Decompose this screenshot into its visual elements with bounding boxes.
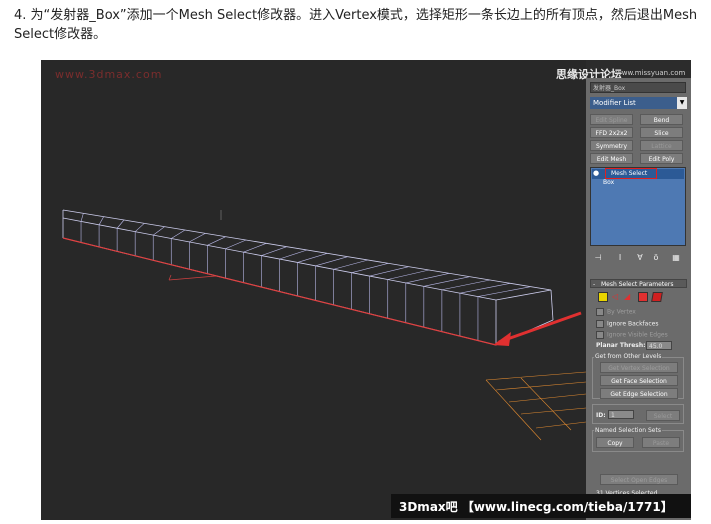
- ignore-visible-edges-checkbox[interactable]: [596, 331, 604, 339]
- ignore-backfaces-checkbox[interactable]: [596, 320, 604, 328]
- get-face-selection-button[interactable]: Get Face Selection: [600, 375, 678, 386]
- by-vertex-option[interactable]: By Vertex: [596, 308, 636, 316]
- object-name-field[interactable]: 发射器_Box: [590, 82, 686, 93]
- wire-segment: [189, 233, 206, 243]
- ffd-button[interactable]: FFD 2x2x2: [590, 127, 633, 138]
- minus-icon: -: [593, 281, 596, 288]
- wire-segment: [333, 259, 369, 270]
- paste-button[interactable]: Paste: [642, 437, 680, 448]
- stack-toolbar: ⊣ Ⅰ ∀ ö ▦: [590, 252, 686, 264]
- bend-button[interactable]: Bend: [640, 114, 683, 125]
- id-label: ID:: [596, 412, 606, 419]
- modifier-list-dropdown[interactable]: Modifier List ▼: [590, 97, 687, 109]
- edit-mesh-button[interactable]: Edit Mesh: [590, 153, 633, 164]
- wire-segment: [243, 243, 267, 253]
- watermark-left: www.3dmax.com: [55, 68, 163, 81]
- bottom-banner-text: 3Dmax吧 【www.linecg.com/tieba/1771】: [399, 500, 673, 514]
- pin-stack-icon[interactable]: ⊣: [592, 252, 604, 264]
- rollout-title: Mesh Select Parameters: [601, 281, 674, 288]
- modifier-stack: ● Mesh Select Box: [590, 167, 686, 246]
- wire-segment: [351, 263, 389, 273]
- planar-thresh-spinner[interactable]: 45.0: [646, 341, 672, 350]
- symmetry-button[interactable]: Symmetry: [590, 140, 633, 151]
- wire-segment: [279, 249, 308, 260]
- ignore-visible-edges-option[interactable]: Ignore Visible Edges: [596, 331, 668, 339]
- wire-segment: [441, 279, 491, 291]
- face-level-icon[interactable]: ◢: [624, 292, 634, 302]
- id-spinner[interactable]: 1: [608, 410, 634, 419]
- show-end-result-icon[interactable]: Ⅰ: [614, 252, 626, 264]
- wire-segment: [80, 213, 84, 222]
- rollout-header[interactable]: - Mesh Select Parameters: [590, 279, 687, 288]
- planar-thresh-label: Planar Thresh:: [596, 342, 646, 349]
- named-selection-sets-label: Named Selection Sets: [594, 427, 662, 434]
- copy-button[interactable]: Copy: [596, 437, 634, 448]
- select-by-id-button[interactable]: Select: [646, 410, 680, 421]
- select-open-edges-button[interactable]: Select Open Edges: [600, 474, 678, 485]
- bottom-banner: 3Dmax吧 【www.linecg.com/tieba/1771】: [391, 494, 691, 518]
- wire-segment: [297, 253, 328, 263]
- remove-modifier-icon[interactable]: ö: [650, 252, 662, 264]
- wire-segment: [171, 229, 186, 239]
- ground-lines: [168, 274, 217, 281]
- chevron-down-icon[interactable]: ▼: [677, 97, 687, 109]
- box-segments: [80, 213, 531, 341]
- wire-segment: [225, 239, 247, 250]
- edge-level-icon[interactable]: ◁: [612, 292, 622, 302]
- watermark-right-url: www.missyuan.com: [616, 69, 686, 77]
- wire-segment: [134, 223, 145, 232]
- modifier-list-label: Modifier List: [593, 99, 636, 107]
- wire-segment: [207, 236, 226, 246]
- edit-spline-button[interactable]: Edit Spline: [590, 114, 633, 125]
- get-edge-selection-button[interactable]: Get Edge Selection: [600, 388, 678, 399]
- scene-wireframe: [62, 209, 586, 441]
- edit-poly-button[interactable]: Edit Poly: [640, 153, 683, 164]
- perspective-viewport[interactable]: www.3dmax.com: [41, 60, 586, 520]
- by-vertex-checkbox[interactable]: [596, 308, 604, 316]
- wire-segment: [315, 256, 348, 267]
- get-vertex-selection-button[interactable]: Get Vertex Selection: [600, 362, 678, 373]
- vertex-level-icon[interactable]: [598, 292, 608, 302]
- light-bulb-icon[interactable]: ●: [593, 169, 599, 178]
- stack-item-box[interactable]: Box: [603, 178, 614, 187]
- slice-button[interactable]: Slice: [640, 127, 683, 138]
- app-screenshot: www.3dmax.com 思缘设计论坛 www.missyuan.com 发射…: [41, 60, 691, 520]
- lattice-button[interactable]: Lattice: [640, 140, 683, 151]
- wire-segment: [405, 273, 450, 284]
- element-level-icon[interactable]: [651, 292, 663, 302]
- configure-modifier-sets-icon[interactable]: ▦: [670, 252, 682, 264]
- step-caption: 4. 为“发射器_Box”添加一个Mesh Select修改器。进入Vertex…: [14, 8, 698, 42]
- wire-segment: [261, 246, 287, 256]
- wire-segment: [387, 269, 430, 280]
- make-unique-icon[interactable]: ∀: [634, 252, 646, 264]
- wire-segment: [423, 276, 470, 287]
- command-panel: 发射器_Box Modifier List ▼ Edit Spline Bend…: [586, 78, 691, 520]
- polygon-level-icon[interactable]: [638, 292, 648, 302]
- wire-segment: [116, 219, 125, 229]
- annotation-arrow: [498, 311, 582, 344]
- selected-edge: [62, 237, 497, 346]
- wire-segment: [369, 266, 409, 277]
- wire-segment: [98, 216, 104, 225]
- ignore-backfaces-option[interactable]: Ignore Backfaces: [596, 320, 658, 328]
- grid-lines: [485, 371, 586, 441]
- get-from-other-levels-label: Get from Other Levels: [594, 353, 663, 360]
- wire-segment: [153, 226, 165, 236]
